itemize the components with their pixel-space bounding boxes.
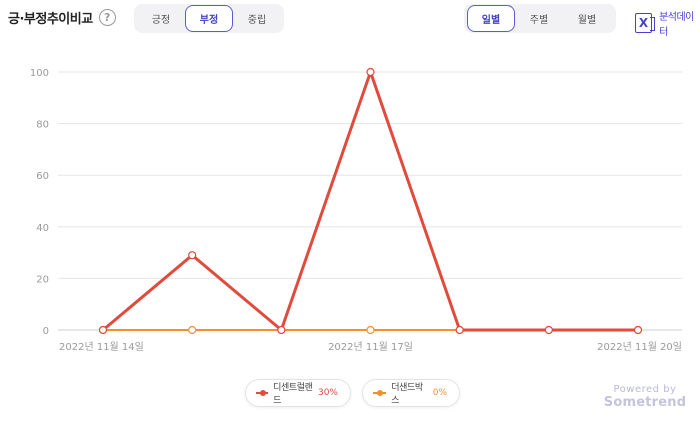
y-tick-label: 80 (36, 120, 49, 131)
y-tick-label: 20 (36, 274, 49, 285)
legend-swatch (256, 390, 269, 396)
legend-percent: 0% (432, 388, 447, 398)
y-tick-label: 40 (36, 223, 49, 234)
data-point (188, 251, 197, 260)
legend-item-sandbox[interactable]: 더샌드박스 0% (362, 379, 460, 407)
data-point (98, 325, 108, 335)
series-line (102, 67, 638, 333)
powered-by-text: Powered by (613, 384, 677, 395)
data-point (366, 67, 375, 77)
legend-label: 디센트럴랜드 (273, 383, 313, 406)
brand-logo: Sometrend (603, 395, 687, 410)
legend-item-decentraland[interactable]: 디센트럴랜드 30% (245, 379, 351, 407)
x-tick-label: 2022년 11월 20일 (597, 341, 682, 353)
x-tick-label: 2022년 11월 14일 (59, 341, 144, 353)
y-tick-label: 100 (30, 68, 49, 79)
data-point (544, 325, 553, 335)
data-point (366, 325, 375, 335)
powered-by-logo: Powered by Sometrend (600, 384, 690, 410)
x-tick-label: 2022년 11월 17일 (328, 341, 413, 353)
y-tick-label: 0 (43, 326, 49, 337)
y-tick-label: 60 (36, 171, 49, 182)
data-point (188, 325, 197, 335)
legend-label: 더샌드박스 (391, 383, 423, 406)
data-point (633, 325, 643, 335)
legend-percent: 30% (317, 388, 338, 398)
legend-swatch (373, 390, 387, 396)
data-point (455, 325, 464, 335)
data-point (277, 325, 286, 335)
line-chart: 0 20 40 60 80 100 2022년 11월 14일 2022년 11월 17일 20… (30, 67, 682, 353)
